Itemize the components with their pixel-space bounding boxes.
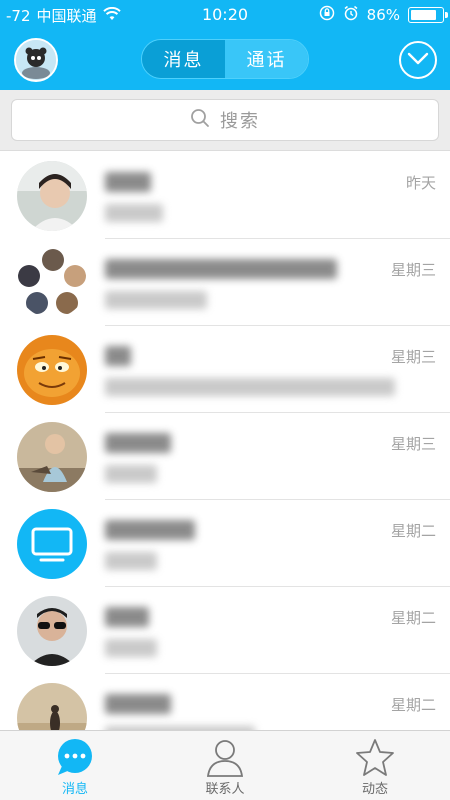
message-preview: [105, 378, 395, 396]
user-avatar[interactable]: [14, 38, 58, 82]
contact-avatar: [17, 422, 87, 492]
contact-avatar: [17, 596, 87, 666]
conversation-row[interactable]: 星期三: [0, 326, 450, 413]
contacts-person-icon: [204, 738, 246, 778]
message-time: 星期二: [390, 696, 436, 714]
conversation-row[interactable]: 昨天: [0, 152, 450, 239]
signal-strength: -72: [6, 6, 31, 25]
conversation-row[interactable]: 星期三: [0, 239, 450, 326]
battery-fill: [411, 10, 436, 20]
conversation-row[interactable]: 星期二: [0, 674, 450, 730]
group-name: [105, 259, 337, 279]
message-time: 星期三: [390, 261, 436, 279]
conversation-list[interactable]: 昨天 星期三 星期三 星期三 星期二 星期二 星期二: [0, 152, 450, 730]
tabbar-label: 消息: [61, 782, 88, 797]
message-time: 星期二: [390, 609, 436, 627]
conversation-row[interactable]: 星期二: [0, 587, 450, 674]
device-avatar: [17, 509, 87, 579]
tab-messages[interactable]: 消息: [142, 40, 225, 78]
search-placeholder: 搜索: [220, 111, 260, 132]
tabbar-contacts[interactable]: 联系人: [150, 731, 300, 800]
message-preview: [105, 204, 163, 222]
search-input[interactable]: 搜索: [11, 99, 439, 141]
wifi-icon: [102, 6, 121, 25]
group-avatar: [17, 248, 87, 318]
status-bar-left: -72 中国联通: [6, 5, 121, 26]
contact-avatar: [17, 683, 87, 730]
message-time: 星期三: [390, 435, 436, 453]
tab-calls[interactable]: 通话: [225, 40, 308, 78]
battery-percent: 86%: [366, 6, 400, 24]
chevron-down-icon: [407, 51, 429, 70]
contact-name: [105, 520, 195, 540]
chat-bubble-icon: [54, 738, 96, 778]
contact-name: [105, 433, 171, 453]
bottom-tab-bar: 消息 联系人 动态: [0, 730, 450, 800]
conversation-row[interactable]: 星期三: [0, 413, 450, 500]
contact-name: [105, 607, 149, 627]
contact-avatar: [17, 335, 87, 405]
tabbar-feed[interactable]: 动态: [300, 731, 450, 800]
monitor-icon: [17, 509, 87, 579]
status-bar: -72 中国联通 10:20 86%: [0, 0, 450, 30]
message-preview: [105, 291, 207, 309]
contact-name: [105, 172, 151, 192]
carrier-name: 中国联通: [36, 7, 97, 25]
more-menu-button[interactable]: [399, 41, 437, 79]
rotation-lock-icon: [319, 5, 335, 25]
message-time: 昨天: [405, 174, 436, 192]
search-bar-container: 搜索: [0, 90, 450, 151]
conversation-row[interactable]: 星期二: [0, 500, 450, 587]
contact-name: [105, 346, 131, 366]
tabbar-label: 联系人: [205, 782, 245, 797]
battery-icon: [408, 7, 448, 23]
contact-name: [105, 694, 171, 714]
search-icon: [190, 108, 210, 132]
alarm-icon: [343, 5, 359, 25]
message-time: 星期二: [390, 522, 436, 540]
tabbar-messages[interactable]: 消息: [0, 731, 150, 800]
status-bar-right: 86%: [319, 5, 448, 25]
message-time: 星期三: [390, 348, 436, 366]
message-call-segmented-control: 消息 通话: [141, 39, 309, 79]
message-preview: [105, 639, 157, 657]
message-preview: [105, 552, 157, 570]
message-preview: [105, 465, 157, 483]
star-icon: [354, 738, 396, 778]
contact-avatar: [17, 161, 87, 231]
top-navigation-bar: 消息 通话: [0, 30, 450, 90]
tabbar-label: 动态: [361, 782, 388, 797]
